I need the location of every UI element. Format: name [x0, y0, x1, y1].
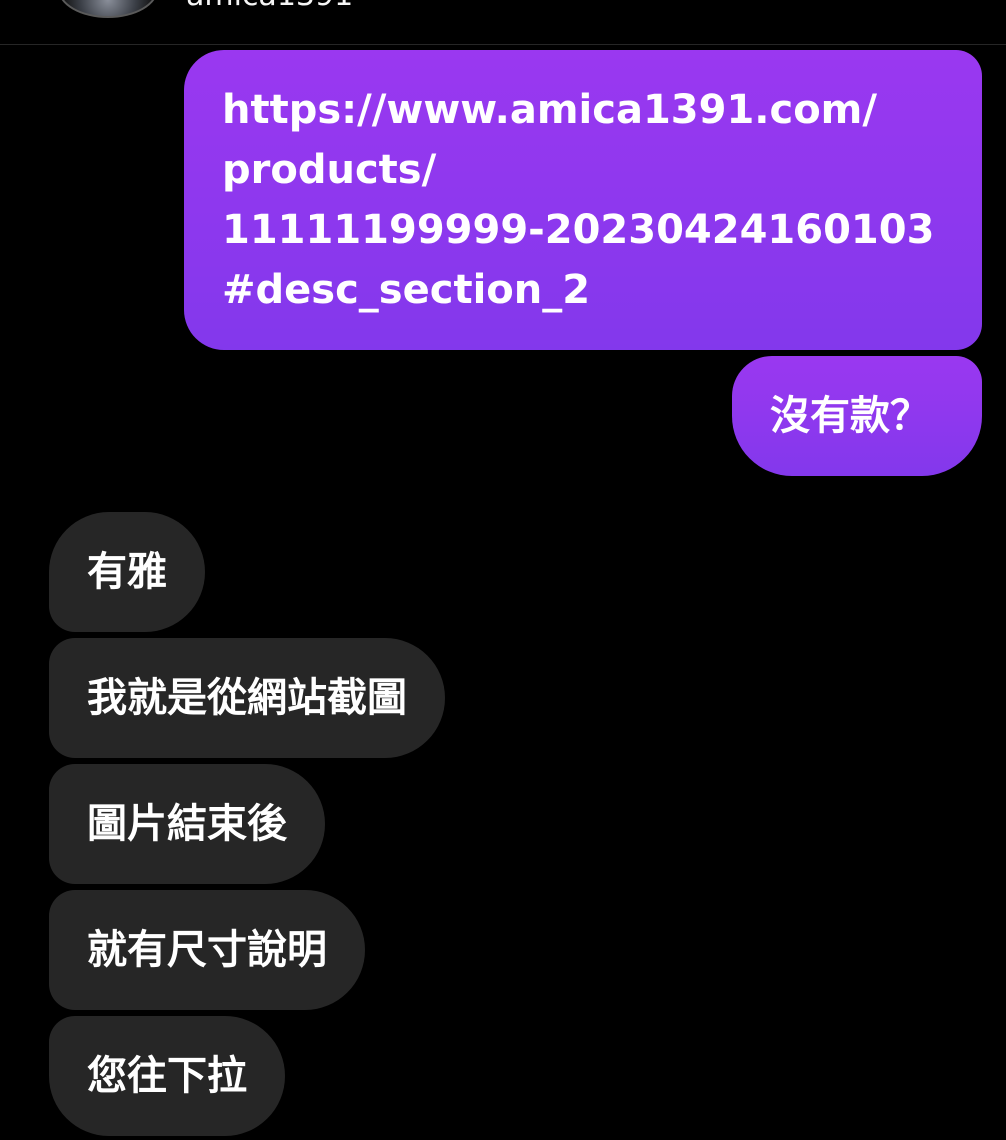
chat-username[interactable]: amica1391: [186, 0, 353, 13]
url-line: products/: [222, 147, 437, 193]
incoming-message[interactable]: 圖片結束後: [49, 764, 325, 884]
outgoing-message-url[interactable]: https://www.amica1391.com/ products/ 111…: [184, 50, 982, 350]
chat-header: amica1391: [0, 0, 1006, 45]
url-line: #desc_section_2: [222, 267, 591, 313]
incoming-message[interactable]: 我就是從網站截圖: [49, 638, 445, 758]
url-line: https://www.amica1391.com/: [222, 87, 877, 133]
incoming-message[interactable]: 就有尺寸說明: [49, 890, 365, 1010]
avatar[interactable]: [58, 0, 158, 18]
incoming-message[interactable]: 有雅: [49, 512, 205, 632]
incoming-message[interactable]: 您往下拉: [49, 1016, 285, 1136]
outgoing-message[interactable]: 沒有款？: [732, 356, 982, 476]
url-line: 11111199999-20230424160103: [222, 207, 935, 253]
